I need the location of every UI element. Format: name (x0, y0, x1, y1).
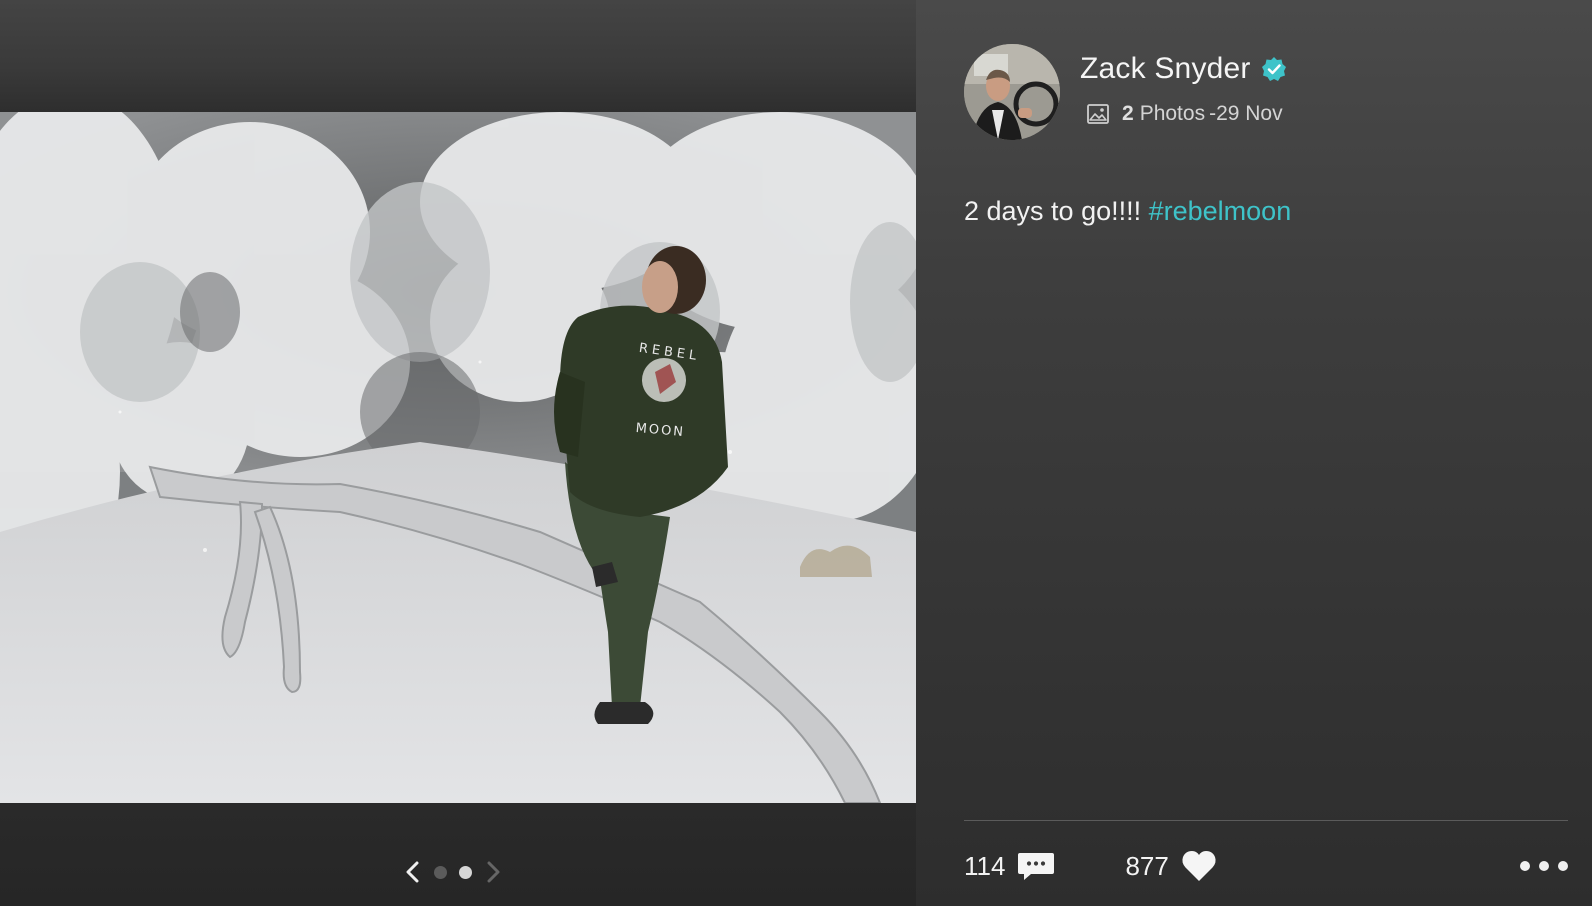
carousel-dots (434, 865, 472, 879)
speech-bubble-icon (1017, 851, 1055, 881)
caption-text: 2 days to go!!!! (964, 196, 1149, 226)
like-count: 877 (1125, 850, 1169, 881)
more-dot (1520, 861, 1530, 871)
blurred-backdrop-top (0, 0, 916, 112)
photo-carousel-nav (398, 858, 508, 886)
more-dot (1539, 861, 1549, 871)
blurred-backdrop-bottom (0, 803, 916, 906)
media-pane: REBEL MOON (0, 0, 916, 906)
heart-icon (1181, 850, 1217, 882)
post-footer: 114 877 (964, 846, 1568, 886)
post-date: -29 Nov (1209, 102, 1283, 125)
hashtag-link[interactable]: #rebelmoon (1149, 196, 1292, 226)
more-dot (1558, 861, 1568, 871)
post-info-pane: Zack Snyder 2 Photos -29 Nov 2 days to g… (916, 0, 1592, 906)
chevron-right-icon (487, 861, 500, 883)
carousel-dot-2[interactable] (459, 865, 472, 879)
verified-check-icon (1261, 56, 1287, 82)
comment-count: 114 (964, 850, 1006, 881)
post-caption: 2 days to go!!!! #rebelmoon (964, 196, 1291, 227)
comments-button[interactable]: 114 (964, 851, 1055, 882)
post-meta: 2 Photos -29 Nov (1086, 102, 1287, 126)
photo-count: 2 (1122, 102, 1134, 125)
image-icon (1086, 102, 1110, 126)
post-header: Zack Snyder 2 Photos -29 Nov (964, 44, 1287, 140)
author-avatar[interactable] (964, 44, 1060, 140)
chevron-left-icon (406, 861, 419, 883)
footer-divider (964, 820, 1568, 821)
post-viewer: REBEL MOON Zack Snyder 2 Photos -29 Nov … (0, 0, 1592, 906)
likes-button[interactable]: 877 (1125, 850, 1216, 882)
photo-count-label: Photos (1139, 102, 1206, 125)
carousel-dot-1[interactable] (434, 865, 447, 879)
next-photo-button[interactable] (478, 858, 508, 886)
more-options-button[interactable] (1520, 853, 1568, 879)
post-photo[interactable]: REBEL MOON (0, 112, 916, 803)
author-name[interactable]: Zack Snyder (1080, 52, 1251, 86)
prev-photo-button[interactable] (398, 858, 428, 886)
